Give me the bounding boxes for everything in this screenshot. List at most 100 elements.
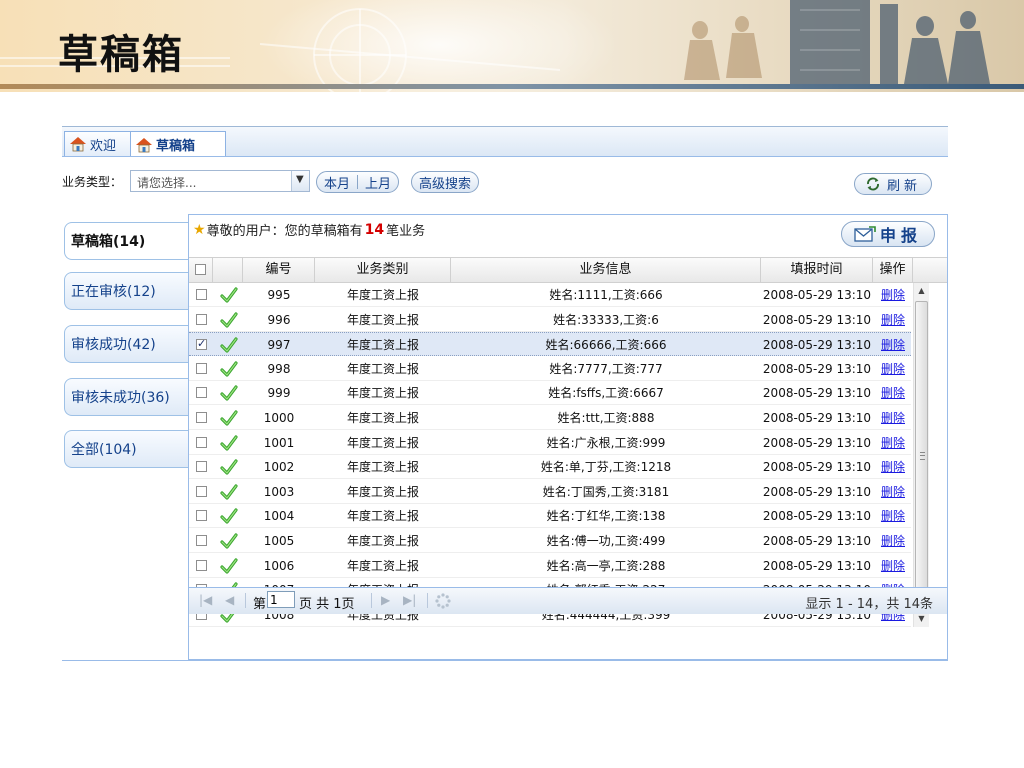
table-row[interactable]: 1002 年度工资上报 姓名:单,丁芬,工资:1218 2008-05-29 13:1… <box>189 455 913 480</box>
delete-link[interactable]: 删除 <box>873 357 913 381</box>
header-id[interactable]: 编号 <box>243 258 315 282</box>
table-row[interactable]: 1000 年度工资上报 姓名:ttt,工资:888 2008-05-29 13:10 删… <box>189 406 911 430</box>
cell-info: 姓名:高一亭,工资:288 <box>546 558 666 573</box>
cell-id: 1004 <box>263 509 295 524</box>
check-icon <box>220 484 238 500</box>
page-number-input[interactable] <box>267 591 295 608</box>
delete-link[interactable]: 删除 <box>873 554 913 578</box>
select-all-checkbox[interactable] <box>195 264 206 275</box>
cell-time: 2008-05-29 13:10 <box>762 288 872 302</box>
check-icon <box>220 533 238 549</box>
delete-link[interactable]: 删除 <box>873 431 913 455</box>
row-checkbox[interactable] <box>196 535 207 546</box>
row-checkbox[interactable] <box>196 510 207 522</box>
table-row[interactable]: 999 年度工资上报 姓名:fsffs,工资:6667 2008-05-29 13:1… <box>189 381 913 406</box>
nav-approved-label: 审核成功(42) <box>71 337 156 353</box>
vertical-scrollbar[interactable]: ▲ ▼ <box>913 283 929 627</box>
check-icon <box>220 311 238 328</box>
nav-all[interactable]: 全部(104) <box>64 430 188 468</box>
nav-drafts[interactable]: 草稿箱(14) <box>64 222 190 260</box>
tab-welcome[interactable]: 欢迎 <box>64 131 140 156</box>
delete-link[interactable]: 删除 <box>873 406 913 430</box>
cell-id: 1003 <box>263 484 295 499</box>
table-row[interactable]: 1001 年度工资上报 姓名:广永根,工资:999 2008-05-29 13:10 删… <box>189 431 911 455</box>
refresh-label: 刷新 <box>886 178 921 194</box>
advanced-search-label: 高级搜索 <box>419 176 472 192</box>
header-time[interactable]: 填报时间 <box>761 258 873 282</box>
table-row[interactable]: 1004 年度工资上报 姓名:丁红华,工资:138 2008-05-29 13:10 删… <box>189 504 913 529</box>
nav-under-review[interactable]: 正在审核(12) <box>64 272 188 310</box>
advanced-search-button[interactable]: 高级搜索 <box>411 171 480 193</box>
row-checkbox[interactable] <box>196 387 207 399</box>
home-icon <box>136 137 152 152</box>
nav-approved[interactable]: 审核成功(42) <box>64 325 188 363</box>
header-type[interactable]: 业务类别 <box>315 258 451 282</box>
header-info[interactable]: 业务信息 <box>451 258 761 282</box>
delete-link[interactable]: 删除 <box>873 283 913 307</box>
cell-time: 2008-05-29 13:10 <box>762 361 872 376</box>
table-row[interactable]: 1005 年度工资上报 姓名:傅一功,工资:499 2008-05-29 13:10 删… <box>189 529 911 553</box>
row-checkbox[interactable] <box>196 412 207 423</box>
delete-link[interactable]: 删除 <box>873 455 913 479</box>
row-checkbox[interactable] <box>196 313 207 325</box>
next-page-icon[interactable]: ▶ <box>381 593 390 607</box>
header-action[interactable]: 操作 <box>873 258 913 282</box>
last-page-icon[interactable]: ▶| <box>403 593 416 607</box>
cell-type: 年度工资上报 <box>346 361 419 376</box>
scroll-grip <box>920 452 925 460</box>
app-bottom-line <box>62 660 948 661</box>
row-checkbox[interactable] <box>196 289 207 300</box>
business-type-label: 业务类型： <box>62 175 123 189</box>
cell-id: 1000 <box>263 411 295 425</box>
last-month-button[interactable]: 上月 <box>358 173 398 192</box>
this-month-button[interactable]: 本月 <box>317 173 357 192</box>
table-row[interactable]: 1003 年度工资上报 姓名:丁国秀,工资:3181 2008-05-29 13:10… <box>189 480 911 504</box>
delete-link[interactable]: 删除 <box>873 333 913 357</box>
app-window: 欢迎 草稿箱 业务类型： 请您选择... ▼ 本月 上月 高级搜索 刷新 草稿箱… <box>62 126 948 661</box>
cell-id: 998 <box>267 361 291 376</box>
delete-link[interactable]: 删除 <box>873 529 913 553</box>
business-type-select[interactable]: 请您选择... ▼ <box>130 170 310 192</box>
table-row[interactable]: 1006 年度工资上报 姓名:高一亭,工资:288 2008-05-29 13:10 删… <box>189 554 911 578</box>
dropdown-button[interactable]: ▼ <box>291 171 309 191</box>
greeting-suffix: 笔业务 <box>386 224 426 239</box>
loading-icon[interactable] <box>435 593 451 609</box>
cell-type: 年度工资上报 <box>346 411 419 425</box>
scroll-thumb[interactable] <box>915 301 928 607</box>
cell-type: 年度工资上报 <box>346 288 419 302</box>
row-checkbox[interactable] <box>196 461 207 473</box>
row-checkbox[interactable] <box>196 559 207 571</box>
delete-link[interactable]: 删除 <box>873 381 913 405</box>
pager-bar: |◀ ◀ 第 页 共 1页 ▶ ▶| 显示 1 - 14，共 14条 <box>189 587 947 614</box>
cell-info: 姓名:33333,工资:6 <box>553 312 659 327</box>
table-row[interactable]: 997 年度工资上报 姓名:66666,工资:666 2008-05-29 13:10… <box>189 332 913 357</box>
home-icon <box>70 137 86 152</box>
row-checkbox[interactable] <box>196 362 207 374</box>
table-row[interactable]: 996 年度工资上报 姓名:33333,工资:6 2008-05-29 13:10 删除 <box>189 308 911 332</box>
report-button[interactable]: 申报 <box>841 221 935 247</box>
refresh-button[interactable]: 刷新 <box>853 173 932 195</box>
first-page-icon[interactable]: |◀ <box>199 593 212 607</box>
cell-type: 年度工资上报 <box>346 509 419 524</box>
nav-rejected[interactable]: 审核未成功(36) <box>64 378 188 416</box>
greeting-prefix: 尊敬的用户：您的草稿箱有 <box>206 224 363 239</box>
cell-info: 姓名:fsffs,工资:6667 <box>548 386 664 401</box>
table-row[interactable]: 995 年度工资上报 姓名:1111,工资:666 2008-05-29 13:10 删… <box>189 283 911 307</box>
row-checkbox[interactable] <box>196 485 207 497</box>
row-checkbox[interactable] <box>196 337 207 351</box>
scroll-up-icon[interactable]: ▲ <box>914 283 929 299</box>
table-row[interactable]: 998 年度工资上报 姓名:7777,工资:777 2008-05-29 13:10 删… <box>189 357 911 381</box>
delete-link[interactable]: 删除 <box>873 480 913 504</box>
drafts-grid: 编号 业务类别 业务信息 填报时间 操作 995 年度工资上报 姓名:1111,工资… <box>189 257 947 627</box>
cell-time: 2008-05-29 13:10 <box>762 435 872 450</box>
delete-link[interactable]: 删除 <box>873 504 913 528</box>
cell-id: 1002 <box>263 460 295 475</box>
tab-drafts[interactable]: 草稿箱 <box>130 131 226 157</box>
delete-link[interactable]: 删除 <box>873 308 913 332</box>
pager-separator <box>245 593 246 608</box>
cell-id: 1005 <box>263 534 295 548</box>
prev-page-icon[interactable]: ◀ <box>225 593 234 607</box>
cell-type: 年度工资上报 <box>346 558 419 573</box>
row-checkbox[interactable] <box>196 436 207 448</box>
mail-icon <box>854 226 876 242</box>
